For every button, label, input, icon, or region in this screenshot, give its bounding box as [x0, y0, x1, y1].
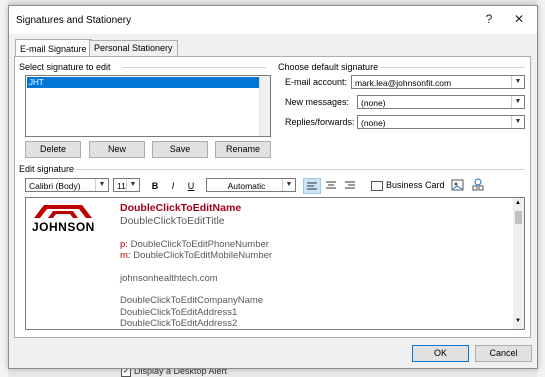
edit-signature-heading: Edit signature: [19, 164, 75, 174]
johnson-logo: JOHNSON: [30, 203, 96, 234]
signature-website[interactable]: johnsonhealthtech.com: [120, 273, 218, 284]
edit-signature-rule: [76, 169, 525, 170]
default-signature-rule: [380, 67, 525, 68]
select-signature-heading: Select signature to edit: [19, 62, 111, 72]
signature-title[interactable]: DoubleClickToEditTitle: [120, 215, 225, 227]
scroll-up-icon[interactable]: ▲: [515, 200, 521, 206]
tab-personal-stationery[interactable]: Personal Stationery: [89, 40, 178, 57]
chevron-down-icon[interactable]: ▼: [95, 179, 108, 191]
signature-address1[interactable]: DoubleClickToEditAddress1: [120, 307, 237, 318]
scroll-down-icon[interactable]: ▼: [515, 318, 521, 324]
cancel-button[interactable]: Cancel: [475, 345, 532, 362]
signature-name[interactable]: DoubleClickToEditName: [120, 202, 241, 214]
email-account-select[interactable]: mark.lea@johnsonfit.com ▼: [351, 75, 525, 89]
new-messages-value: (none): [361, 98, 386, 108]
save-button[interactable]: Save: [152, 141, 208, 158]
editor-scrollbar[interactable]: ▲ ▼: [513, 198, 524, 329]
mobile-prefix: m:: [120, 250, 131, 261]
chevron-down-icon[interactable]: ▼: [511, 116, 524, 128]
new-button[interactable]: New: [89, 141, 145, 158]
dialog-title: Signatures and Stationery: [16, 15, 132, 26]
signature-editor[interactable]: JOHNSON DoubleClickToEditName DoubleClic…: [25, 197, 525, 330]
bold-button[interactable]: B: [148, 179, 162, 193]
help-button[interactable]: ?: [479, 12, 499, 26]
chevron-down-icon[interactable]: ▼: [511, 76, 524, 88]
select-signature-rule: [122, 67, 266, 68]
rename-button[interactable]: Rename: [215, 141, 271, 158]
new-messages-select[interactable]: (none) ▼: [357, 95, 525, 109]
align-center-icon[interactable]: [323, 178, 339, 192]
align-right-icon[interactable]: [342, 178, 358, 192]
title-bar: Signatures and Stationery ? ✕: [9, 6, 537, 34]
insert-picture-icon[interactable]: [451, 178, 465, 192]
logo-stripes-icon: [34, 205, 92, 218]
logo-text: JOHNSON: [32, 220, 95, 234]
business-card-button[interactable]: Business Card: [371, 178, 445, 192]
align-left-icon[interactable]: [303, 178, 321, 194]
replies-forwards-label: Replies/forwards:: [285, 117, 355, 127]
replies-forwards-value: (none): [361, 118, 386, 128]
hyperlink-icon[interactable]: [471, 178, 485, 192]
background-left-strip: [0, 0, 8, 377]
font-size-value: 11: [117, 181, 126, 191]
font-size-select[interactable]: 11 ▼: [113, 178, 140, 192]
business-card-icon: [371, 180, 383, 191]
chevron-down-icon[interactable]: ▼: [126, 179, 139, 191]
ok-button[interactable]: OK: [412, 345, 469, 362]
business-card-label: Business Card: [386, 180, 445, 190]
italic-button[interactable]: I: [166, 179, 180, 193]
phone-value: DoubleClickToEditPhoneNumber: [130, 239, 269, 250]
font-color-value: Automatic: [227, 181, 266, 191]
mobile-value: DoubleClickToEditMobileNumber: [133, 250, 273, 261]
font-color-select[interactable]: Automatic ▼: [206, 178, 296, 192]
signature-list[interactable]: JHT: [25, 75, 271, 137]
phone-prefix: p:: [120, 239, 128, 250]
default-signature-heading: Choose default signature: [278, 62, 379, 72]
font-value: Calibri (Body): [29, 181, 81, 191]
background-right-strip: [537, 0, 545, 377]
delete-button[interactable]: Delete: [25, 141, 81, 158]
underline-button[interactable]: U: [184, 179, 198, 193]
list-scrollbar[interactable]: [259, 76, 270, 136]
new-messages-label: New messages:: [285, 97, 350, 107]
scroll-thumb[interactable]: [515, 211, 522, 224]
signature-company[interactable]: DoubleClickToEditCompanyName: [120, 295, 263, 306]
replies-forwards-select[interactable]: (none) ▼: [357, 115, 525, 129]
chevron-down-icon[interactable]: ▼: [282, 179, 295, 191]
signature-address2[interactable]: DoubleClickToEditAddress2: [120, 318, 237, 329]
email-account-value: mark.lea@johnsonfit.com: [355, 78, 452, 88]
close-icon[interactable]: ✕: [509, 12, 529, 26]
chevron-down-icon[interactable]: ▼: [511, 96, 524, 108]
email-account-label: E-mail account:: [285, 77, 348, 87]
signature-mobile[interactable]: m: DoubleClickToEditMobileNumber: [120, 250, 272, 261]
font-select[interactable]: Calibri (Body) ▼: [25, 178, 109, 192]
signature-phone[interactable]: p: DoubleClickToEditPhoneNumber: [120, 239, 269, 250]
list-item[interactable]: JHT: [27, 77, 259, 88]
